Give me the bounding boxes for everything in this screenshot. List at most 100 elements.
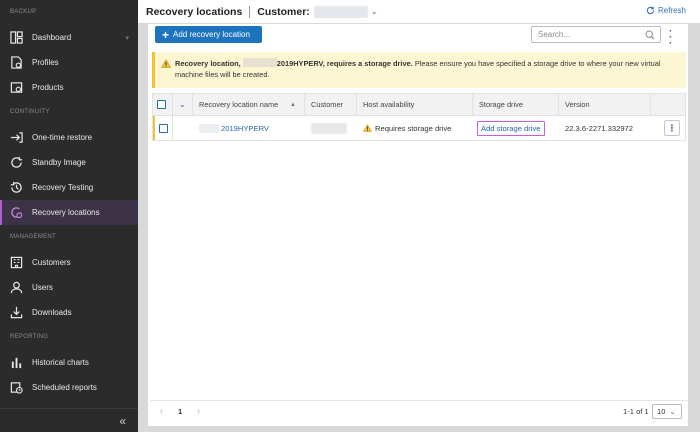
sidebar-item-historical-charts[interactable]: Historical charts xyxy=(0,350,138,375)
double-chevron-left-icon: « xyxy=(119,413,126,428)
column-header-name[interactable]: Recovery location name ▲ xyxy=(193,94,305,115)
refresh-button[interactable]: Refresh xyxy=(646,6,686,15)
column-header-actions xyxy=(651,94,685,115)
alert-bold-suffix: 2019HYPERV, requires a storage drive. xyxy=(276,59,413,68)
table-row: 2019HYPERV Requires storage drive Add st… xyxy=(153,116,685,140)
column-header-label: Customer xyxy=(311,100,344,109)
select-all-checkbox-cell xyxy=(153,94,173,115)
column-header-host[interactable]: Host availability xyxy=(357,94,473,115)
sidebar-item-label: Customers xyxy=(32,258,71,267)
select-all-checkbox[interactable] xyxy=(157,100,166,109)
column-header-version[interactable]: Version xyxy=(559,94,651,115)
sidebar-item-scheduled-reports[interactable]: Scheduled reports xyxy=(0,375,138,400)
recovery-location-link[interactable]: 2019HYPERV xyxy=(221,124,269,133)
dashboard-icon xyxy=(9,31,23,45)
row-checkbox-cell xyxy=(155,116,173,140)
sidebar-item-downloads[interactable]: Downloads xyxy=(0,300,138,325)
chevron-down-icon: ⌄ xyxy=(179,100,186,109)
pagination-bar: ‹ 1 › 1-1 of 1 10 ⌄ xyxy=(150,400,688,422)
row-host-cell: Requires storage drive xyxy=(357,116,473,140)
chevron-right-icon[interactable]: › xyxy=(197,406,200,416)
sidebar-item-label: Scheduled reports xyxy=(32,383,97,392)
redacted-customer xyxy=(311,122,347,134)
chevron-left-icon[interactable]: ‹ xyxy=(160,406,163,416)
sidebar-item-label: Users xyxy=(32,283,53,292)
expand-all-cell[interactable]: ⌄ xyxy=(173,94,193,115)
sidebar-item-label: Products xyxy=(32,83,64,92)
sidebar-item-recovery-locations[interactable]: Recovery locations xyxy=(0,200,138,225)
sidebar-item-label: Recovery Testing xyxy=(32,183,94,192)
scheduled-reports-icon xyxy=(9,381,23,395)
column-header-label: Version xyxy=(565,100,590,109)
alert-bold-prefix: Recovery location, xyxy=(175,59,241,68)
divider xyxy=(249,5,251,18)
column-header-storage[interactable]: Storage drive xyxy=(473,94,559,115)
page-title: Recovery locations xyxy=(146,5,243,18)
more-options-icon[interactable]: · · · xyxy=(669,27,672,49)
per-page-value: 10 xyxy=(657,407,666,416)
sidebar-item-label: One-time restore xyxy=(32,133,93,142)
standby-image-icon xyxy=(9,156,23,170)
per-page-select[interactable]: 10 ⌄ xyxy=(652,404,682,419)
section-label-continuity: CONTINUITY xyxy=(10,109,50,115)
search-input[interactable]: Search... xyxy=(531,26,661,43)
row-more-options-button[interactable]: ⋮ xyxy=(664,120,680,136)
sort-ascending-icon: ▲ xyxy=(290,102,296,108)
plus-icon: + xyxy=(162,27,170,42)
top-bar: Recovery locations Customer: ⌄ Refresh xyxy=(138,0,700,24)
column-header-label: Host availability xyxy=(363,100,415,109)
row-expand-cell xyxy=(173,116,193,140)
sidebar-item-label: Downloads xyxy=(32,308,72,317)
redacted-name xyxy=(242,58,277,67)
redacted-name xyxy=(199,123,219,133)
sidebar-item-label: Recovery locations xyxy=(32,208,100,217)
sidebar-item-standby-image[interactable]: Standby Image xyxy=(0,150,138,175)
sidebar-item-label: Profiles xyxy=(32,58,59,67)
sidebar: BACKUP Dashboard ▾ Profiles Products CON… xyxy=(0,0,138,432)
sidebar-item-one-time-restore[interactable]: One-time restore xyxy=(0,125,138,150)
sidebar-item-profiles[interactable]: Profiles xyxy=(0,50,138,75)
sidebar-item-dashboard[interactable]: Dashboard ▾ xyxy=(0,25,138,50)
row-version-cell: 22.3.6-2271.332972 xyxy=(559,116,651,140)
results-range: 1-1 of 1 xyxy=(623,407,649,416)
section-label-reporting: REPORTING xyxy=(10,334,49,340)
warning-alert: Recovery location, 2019HYPERV, requires … xyxy=(152,52,686,88)
row-checkbox[interactable] xyxy=(159,123,168,133)
warning-icon xyxy=(363,124,372,132)
row-name-cell: 2019HYPERV xyxy=(193,116,305,140)
table-header: ⌄ Recovery location name ▲ Customer Host … xyxy=(153,94,685,116)
customers-icon xyxy=(9,256,23,270)
sidebar-item-label: Standby Image xyxy=(32,158,86,167)
host-status-text: Requires storage drive xyxy=(375,123,452,133)
users-icon xyxy=(9,281,23,295)
recovery-testing-icon xyxy=(9,181,23,195)
add-recovery-location-button[interactable]: + Add recovery location xyxy=(155,26,262,43)
chevron-down-icon[interactable]: ⌄ xyxy=(371,7,378,16)
recovery-locations-table: ⌄ Recovery location name ▲ Customer Host … xyxy=(152,93,686,141)
chart-icon xyxy=(9,356,23,370)
downloads-icon xyxy=(9,306,23,320)
column-header-label: Recovery location name xyxy=(199,100,279,109)
sidebar-item-customers[interactable]: Customers xyxy=(0,250,138,275)
profiles-icon xyxy=(9,56,23,70)
sidebar-item-users[interactable]: Users xyxy=(0,275,138,300)
current-page[interactable]: 1 xyxy=(178,407,182,416)
column-header-label: Storage drive xyxy=(479,100,523,109)
search-icon xyxy=(645,30,655,40)
add-recovery-location-label: Add recovery location xyxy=(173,30,250,39)
version-text: 22.3.6-2271.332972 xyxy=(565,123,633,133)
sidebar-item-label: Dashboard xyxy=(32,33,72,42)
section-label-backup: BACKUP xyxy=(10,9,37,15)
customer-selector-value[interactable] xyxy=(313,5,368,18)
sidebar-item-label: Historical charts xyxy=(32,358,89,367)
sidebar-item-recovery-testing[interactable]: Recovery Testing xyxy=(0,175,138,200)
collapse-sidebar-button[interactable]: « xyxy=(0,408,138,432)
recovery-locations-icon xyxy=(9,206,23,220)
customer-label: Customer: xyxy=(257,5,310,18)
sidebar-item-products[interactable]: Products xyxy=(0,75,138,100)
column-header-customer[interactable]: Customer xyxy=(305,94,357,115)
products-icon xyxy=(9,81,23,95)
refresh-label: Refresh xyxy=(657,6,686,15)
chevron-down-icon: ▾ xyxy=(125,35,129,42)
add-storage-drive-link[interactable]: Add storage drive xyxy=(477,120,545,136)
